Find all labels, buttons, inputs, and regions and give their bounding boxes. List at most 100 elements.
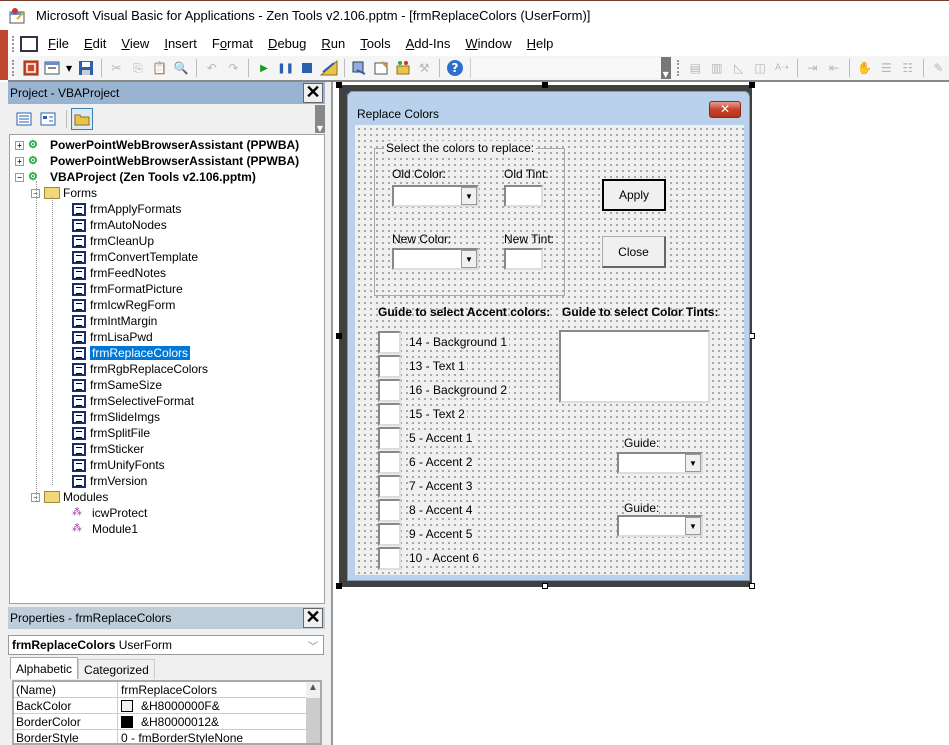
dropdown-arrow-icon[interactable]: ▼: [461, 187, 477, 205]
property-row[interactable]: BorderColor &H80000012&: [14, 713, 320, 730]
accent-color-swatch[interactable]: [378, 331, 401, 354]
tree-item-form[interactable]: frmSlideImgs: [72, 409, 160, 425]
toolbar-options-dropdown[interactable]: ▼: [660, 57, 671, 79]
old-color-combo[interactable]: ▼: [392, 185, 479, 207]
resize-handle[interactable]: [542, 583, 548, 589]
redo-icon[interactable]: ↷: [224, 58, 244, 78]
properties-pane-close-button[interactable]: ✕: [303, 608, 323, 628]
tree-folder-forms[interactable]: − Forms: [31, 185, 97, 201]
menu-insert[interactable]: Insert: [164, 36, 197, 51]
tree-item-form[interactable]: frmFormatPicture: [72, 281, 183, 297]
complete-word-icon[interactable]: A⇢: [772, 58, 792, 78]
tree-item-form[interactable]: frmSelectiveFormat: [72, 393, 194, 409]
toolbox-icon[interactable]: ⚒: [414, 58, 434, 78]
copy-icon[interactable]: ⎘: [128, 58, 148, 78]
list-properties-icon[interactable]: ▤: [686, 58, 706, 78]
project-toolbar-overflow[interactable]: ▼: [315, 105, 325, 133]
toggle-breakpoint-icon[interactable]: ✋: [855, 58, 875, 78]
project-explorer-icon[interactable]: [350, 58, 370, 78]
accent-color-swatch[interactable]: [378, 475, 401, 498]
close-button[interactable]: Close: [602, 236, 666, 268]
dropdown-arrow-icon[interactable]: ▼: [685, 517, 701, 535]
quick-info-icon[interactable]: ◺: [729, 58, 749, 78]
help-icon[interactable]: ?: [445, 58, 465, 78]
tree-item-form[interactable]: frmReplaceColors: [72, 345, 191, 361]
design-mode-icon[interactable]: [319, 58, 339, 78]
tree-item-form[interactable]: frmRgbReplaceColors: [72, 361, 208, 377]
new-tint-input[interactable]: [504, 248, 543, 270]
tree-item-form[interactable]: frmSplitFile: [72, 425, 150, 441]
accent-color-swatch[interactable]: [378, 355, 401, 378]
tree-item-form[interactable]: frmApplyFormats: [72, 201, 181, 217]
tree-project-node[interactable]: + ⚙ PowerPointWebBrowserAssistant (PPWBA): [15, 137, 299, 153]
dropdown-arrow-icon[interactable]: ▼: [461, 250, 477, 268]
property-value[interactable]: &H80000012&: [118, 715, 320, 729]
property-row[interactable]: (Name) frmReplaceColors: [14, 682, 320, 698]
menu-window[interactable]: Window: [465, 36, 511, 51]
bookmark-icon[interactable]: ✎: [929, 58, 949, 78]
accent-color-swatch[interactable]: [378, 451, 401, 474]
tree-item-form[interactable]: frmFeedNotes: [72, 265, 166, 281]
run-icon[interactable]: ▶: [254, 58, 274, 78]
properties-object-select[interactable]: frmReplaceColors UserForm ﹀: [8, 635, 324, 655]
tree-folder-modules[interactable]: − Modules: [31, 489, 108, 505]
tree-item-module[interactable]: ⁂ icwProtect: [72, 505, 147, 521]
menubar-grip[interactable]: [12, 35, 16, 52]
property-row[interactable]: BackColor &H8000000F&: [14, 697, 320, 714]
tree-item-form[interactable]: frmIcwRegForm: [72, 297, 175, 313]
comment-block-icon[interactable]: ☰: [876, 58, 896, 78]
form-selection-border[interactable]: Replace Colors ✕ Select the colors to re…: [336, 82, 755, 589]
menu-help[interactable]: Help: [527, 36, 554, 51]
tree-item-form[interactable]: frmLisaPwd: [72, 329, 153, 345]
view-object-icon[interactable]: [38, 110, 58, 128]
save-icon[interactable]: [76, 58, 96, 78]
find-icon[interactable]: 🔍: [171, 58, 191, 78]
vba-menu-icon[interactable]: [20, 35, 38, 52]
new-color-combo[interactable]: ▼: [392, 248, 479, 270]
menu-edit[interactable]: Edit: [84, 36, 106, 51]
replace-colors-frame[interactable]: Select the colors to replace: Old Color:…: [374, 141, 565, 296]
menu-tools[interactable]: Tools: [360, 36, 390, 51]
resize-handle[interactable]: [749, 583, 755, 589]
cut-icon[interactable]: ✂: [107, 58, 127, 78]
menu-run[interactable]: Run: [321, 36, 345, 51]
indent-icon[interactable]: ⇥: [803, 58, 823, 78]
toggle-folders-icon[interactable]: [71, 108, 93, 130]
edit-toolbar-grip[interactable]: [676, 60, 681, 76]
tree-item-form[interactable]: frmSticker: [72, 441, 144, 457]
accent-color-swatch[interactable]: [378, 499, 401, 522]
accent-color-swatch[interactable]: [378, 547, 401, 570]
property-row[interactable]: BorderStyle 0 - fmBorderStyleNone: [14, 729, 320, 743]
undo-icon[interactable]: ↶: [202, 58, 222, 78]
properties-scrollbar[interactable]: ▲: [306, 682, 320, 743]
dropdown-arrow-icon[interactable]: ▼: [64, 58, 74, 78]
outdent-icon[interactable]: ⇤: [824, 58, 844, 78]
guide-combo-2[interactable]: ▼: [617, 515, 703, 537]
uncomment-block-icon[interactable]: ☷: [898, 58, 918, 78]
menu-debug[interactable]: Debug: [268, 36, 306, 51]
list-constants-icon[interactable]: ▥: [707, 58, 727, 78]
guide-combo-1[interactable]: ▼: [617, 452, 703, 474]
scroll-up-icon[interactable]: ▲: [306, 682, 320, 698]
break-icon[interactable]: ❚❚: [276, 58, 296, 78]
accent-color-swatch[interactable]: [378, 379, 401, 402]
expand-icon[interactable]: +: [15, 140, 24, 150]
toolbar-grip[interactable]: [12, 60, 16, 76]
tree-item-form[interactable]: frmConvertTemplate: [72, 249, 198, 265]
tint-guide-listbox[interactable]: [559, 330, 710, 403]
insert-userform-icon[interactable]: [43, 58, 63, 78]
paste-icon[interactable]: 📋: [150, 58, 170, 78]
tree-item-form[interactable]: frmVersion: [72, 473, 147, 489]
tree-item-form[interactable]: frmIntMargin: [72, 313, 157, 329]
apply-button[interactable]: Apply: [602, 179, 666, 211]
tab-categorized[interactable]: Categorized: [78, 659, 155, 679]
tree-item-form[interactable]: frmAutoNodes: [72, 217, 167, 233]
view-code-icon[interactable]: [14, 110, 34, 128]
object-browser-icon[interactable]: [393, 58, 413, 78]
menu-file[interactable]: File: [48, 36, 69, 51]
accent-color-swatch[interactable]: [378, 427, 401, 450]
old-tint-input[interactable]: [504, 185, 543, 207]
tree-project-node[interactable]: − ⚙ VBAProject (Zen Tools v2.106.pptm): [15, 169, 256, 185]
reset-icon[interactable]: [297, 58, 317, 78]
dropdown-arrow-icon[interactable]: ▼: [685, 454, 701, 472]
